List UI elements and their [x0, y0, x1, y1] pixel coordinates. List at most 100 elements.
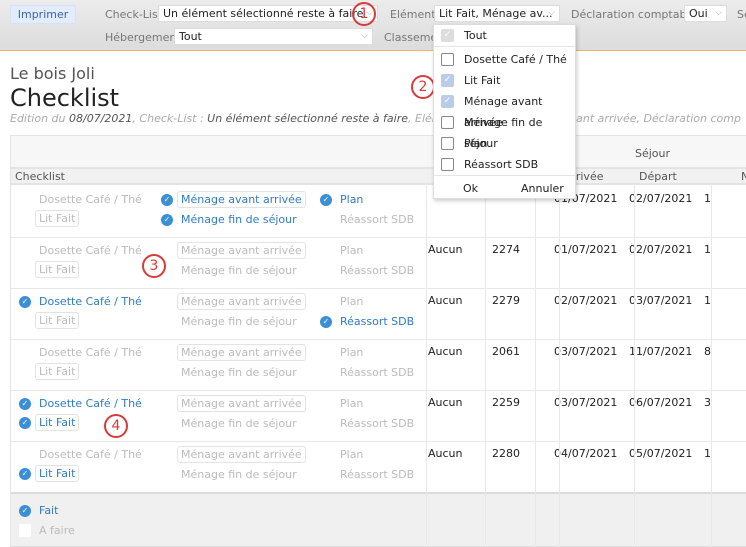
- legend-done: Fait: [39, 504, 59, 517]
- checklist-item-dosette[interactable]: Dosette Café / Thé: [39, 192, 142, 207]
- column-divider: [535, 185, 536, 547]
- checklist-item-reassort[interactable]: Réassort SDB: [340, 365, 414, 380]
- checklist-item-lit[interactable]: Lit Fait: [35, 261, 80, 278]
- checklist-item-menage-avant[interactable]: Ménage avant arrivée: [177, 344, 306, 361]
- annotation-marker-3: 3: [142, 254, 166, 278]
- cell-arrivee: 04/07/2021: [554, 447, 618, 460]
- checklist-item-reassort[interactable]: Réassort SDB: [340, 263, 414, 278]
- checklist-item-dosette[interactable]: Dosette Café / Thé: [39, 396, 142, 411]
- empty-box-icon: [19, 524, 31, 537]
- table-row[interactable]: Dosette Café / Thé ✓ Lit Fait Ménage avant …: [11, 289, 746, 340]
- checklist-item-reassort[interactable]: Réassort SDB: [340, 212, 414, 227]
- checklist-item-menage-avant[interactable]: Ménage avant arrivée: [177, 395, 306, 412]
- checklist-item-plan[interactable]: Plan: [340, 396, 363, 411]
- checklist-item-menage-fin[interactable]: Ménage fin de séjour: [181, 314, 297, 329]
- element-dropdown-menu: ✓ Tout Dosette Café / Thé ✓ Lit Fait ✓ Ménage …: [433, 24, 576, 199]
- checklist-item-dosette[interactable]: Dosette Café / Thé: [39, 345, 142, 360]
- checklist-item-menage-fin[interactable]: Ménage fin de séjour: [181, 467, 297, 482]
- table-row[interactable]: Dosette Café / Thé Lit Fait Ménage avant a…: [11, 340, 746, 391]
- checklist-item-reassort[interactable]: Réassort SDB: [340, 416, 414, 431]
- checklist-item-dosette[interactable]: Dosette Café / Thé: [39, 447, 142, 462]
- checklist-item-menage-fin[interactable]: Ménage fin de séjour: [181, 212, 297, 227]
- cell-arrivee: 03/07/2021: [554, 345, 618, 358]
- cell-option: Aucun: [428, 294, 463, 307]
- checkbox-checked-icon[interactable]: ✓: [441, 74, 454, 87]
- column-divider: [559, 169, 560, 547]
- table-row[interactable]: Dosette Café / Thé Lit Fait Ménage avant a…: [11, 238, 746, 289]
- cell-nuits: 8: [704, 345, 711, 358]
- checklist-filter-value: Un élément sélectionné reste à faire: [163, 7, 364, 20]
- column-header-depart[interactable]: Départ: [635, 169, 677, 184]
- table-row[interactable]: Dosette Café / Thé Lit Fait Ménage avant a…: [11, 187, 746, 238]
- dropdown-item[interactable]: ✓ Tout: [434, 25, 575, 46]
- element-filter-value: Lit Fait, Ménage av...: [439, 7, 553, 20]
- dropdown-item[interactable]: Dosette Café / Thé: [434, 49, 575, 70]
- cell-numero: 2259: [492, 396, 520, 409]
- checklist-item-dosette[interactable]: Dosette Café / Thé: [39, 294, 142, 309]
- checklist-item-plan[interactable]: Plan: [340, 243, 363, 258]
- checklist-item-menage-fin[interactable]: Ménage fin de séjour: [181, 263, 297, 278]
- annotation-marker-2: 2: [411, 75, 435, 99]
- page-title: Checklist: [10, 84, 120, 112]
- checkbox-checked-icon[interactable]: ✓: [441, 95, 454, 108]
- checklist-item-menage-avant[interactable]: Ménage avant arrivée: [177, 446, 306, 463]
- chevron-down-icon: ⌵: [548, 8, 555, 18]
- column-header-checklist[interactable]: Checklist: [11, 169, 65, 184]
- checklist-item-lit[interactable]: Lit Fait: [35, 363, 80, 380]
- annotation-marker-1: 1: [352, 2, 376, 26]
- checklist-item-reassort[interactable]: Réassort SDB: [340, 467, 414, 482]
- checkbox-icon[interactable]: [441, 137, 454, 150]
- edition-date: 08/07/2021: [69, 112, 133, 125]
- print-button[interactable]: Imprimer: [10, 5, 76, 24]
- checklist-item-menage-avant[interactable]: Ménage avant arrivée: [177, 293, 306, 310]
- dropdown-item[interactable]: Réassort SDB: [434, 154, 575, 175]
- checklist-item-menage-avant[interactable]: Ménage avant arrivée: [177, 191, 306, 208]
- dropdown-item[interactable]: Ménage fin de séjour: [434, 112, 575, 150]
- checklist-item-menage-avant[interactable]: Ménage avant arrivée: [177, 242, 306, 259]
- checkbox-icon[interactable]: [441, 116, 454, 129]
- hebergement-filter-label: Hébergement: [105, 31, 181, 44]
- column-divider: [634, 185, 635, 547]
- cell-nuits: 1: [704, 243, 711, 256]
- legend-todo: A faire: [39, 524, 75, 537]
- check-icon: ✓: [19, 505, 31, 517]
- cell-nuits: 3: [704, 396, 711, 409]
- checklist-item-plan[interactable]: Plan: [340, 192, 363, 207]
- checklist-item-plan[interactable]: Plan: [340, 447, 363, 462]
- dropdown-ok-button[interactable]: Ok: [463, 181, 478, 196]
- checklist-item-menage-fin[interactable]: Ménage fin de séjour: [181, 416, 297, 431]
- checklist-filter-select[interactable]: Un élément sélectionné reste à faire ⌵: [158, 5, 378, 22]
- cell-depart: 02/07/2021: [629, 192, 693, 205]
- checklist-item-lit[interactable]: Lit Fait: [35, 465, 80, 482]
- dropdown-item-label: Tout: [464, 29, 487, 42]
- checkbox-icon[interactable]: [441, 53, 454, 66]
- dropdown-cancel-button[interactable]: Annuler: [521, 181, 564, 196]
- check-icon: ✓: [161, 214, 173, 226]
- check-icon: ✓: [161, 194, 173, 206]
- dropdown-item[interactable]: ✓ Ménage avant arrivée: [434, 91, 575, 129]
- cell-nuits: 1: [704, 192, 711, 205]
- declaration-filter-select[interactable]: Oui ⌵: [684, 5, 727, 22]
- table-row[interactable]: Dosette Café / Thé Lit Fait ✓ Ménage avant …: [11, 442, 746, 493]
- check-icon: ✓: [19, 398, 31, 410]
- checklist-item-reassort[interactable]: Réassort SDB: [340, 314, 414, 329]
- checklist-item-plan[interactable]: Plan: [340, 345, 363, 360]
- checklist-item-lit[interactable]: Lit Fait: [35, 210, 80, 227]
- dropdown-item[interactable]: ✓ Lit Fait: [434, 70, 575, 91]
- checklist-item-dosette[interactable]: Dosette Café / Thé: [39, 243, 142, 258]
- column-header-nuits[interactable]: Nuits: [737, 169, 746, 184]
- check-icon: ✓: [320, 316, 332, 328]
- checkbox-checked-icon[interactable]: ✓: [441, 29, 454, 42]
- checklist-item-lit[interactable]: Lit Fait: [35, 414, 80, 431]
- chevron-down-icon: ⌵: [361, 31, 368, 41]
- site-name: Le bois Joli: [10, 64, 95, 83]
- checkbox-icon[interactable]: [441, 158, 454, 171]
- checklist-item-menage-fin[interactable]: Ménage fin de séjour: [181, 365, 297, 380]
- hebergement-filter-select[interactable]: Tout ⌵: [174, 28, 373, 45]
- cell-depart: 06/07/2021: [629, 396, 693, 409]
- cell-arrivee: 03/07/2021: [554, 396, 618, 409]
- dropdown-item[interactable]: Plan: [434, 133, 575, 154]
- checklist-item-plan[interactable]: Plan: [340, 294, 363, 309]
- element-filter-select[interactable]: Lit Fait, Ménage av... ⌵: [434, 5, 560, 22]
- checklist-item-lit[interactable]: Lit Fait: [35, 312, 80, 329]
